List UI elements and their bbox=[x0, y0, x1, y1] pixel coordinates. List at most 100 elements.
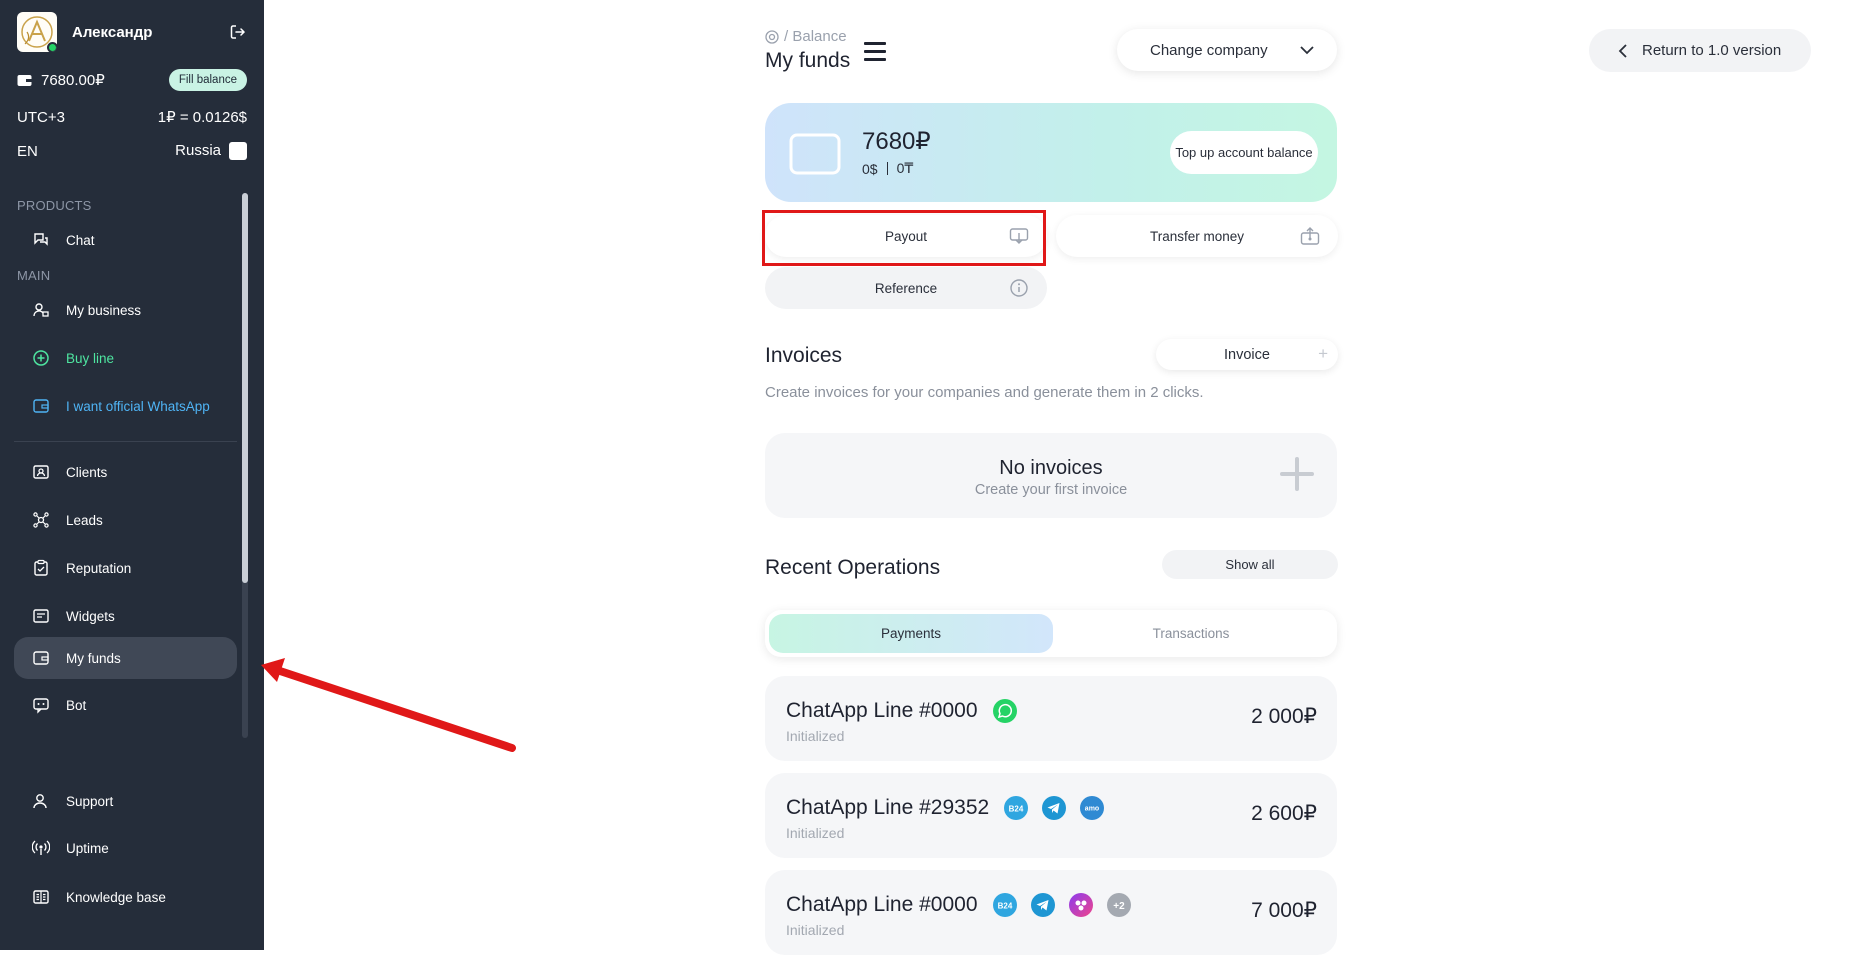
telegram-icon bbox=[1030, 892, 1056, 918]
sidebar-item-chat[interactable]: Chat bbox=[14, 219, 237, 261]
products-section-label: PRODUCTS bbox=[17, 198, 92, 213]
sidebar: Александр 7680.00₽ Fill balance UTC+3 1₽… bbox=[0, 0, 264, 950]
change-company-button[interactable]: Change company bbox=[1117, 29, 1337, 71]
payout-highlight-box bbox=[762, 210, 1046, 266]
top-up-balance-button[interactable]: Top up account balance bbox=[1170, 131, 1318, 174]
transfer-money-label: Transfer money bbox=[1149, 228, 1245, 244]
recent-operations-heading: Recent Operations bbox=[765, 556, 941, 579]
breadcrumb-balance[interactable]: Balance bbox=[792, 28, 846, 45]
reference-label: Reference bbox=[874, 280, 938, 296]
sidebar-item-label: Support bbox=[66, 793, 114, 809]
operation-name: ChatApp Line #0000 bbox=[786, 893, 978, 916]
country-flag-icon bbox=[229, 142, 247, 161]
sidebar-item-buy-line[interactable]: Buy line bbox=[14, 337, 237, 379]
operations-tabs: Payments Transactions bbox=[765, 610, 1337, 657]
avatar[interactable] bbox=[17, 12, 57, 52]
reference-button[interactable]: Reference bbox=[765, 267, 1047, 309]
wallet-icon bbox=[17, 74, 32, 86]
timezone[interactable]: UTC+3 bbox=[17, 109, 65, 126]
sidebar-item-label: Widgets bbox=[66, 608, 115, 624]
chat-icon bbox=[31, 230, 51, 250]
change-company-label: Change company bbox=[1150, 41, 1268, 59]
home-icon[interactable] bbox=[765, 29, 779, 44]
sidebar-item-label: Chat bbox=[66, 232, 95, 248]
sidebar-item-my-business[interactable]: My business bbox=[14, 289, 237, 331]
chevron-left-icon bbox=[1618, 43, 1627, 58]
clipboard-icon bbox=[31, 558, 51, 578]
transfer-money-button[interactable]: Transfer money bbox=[1056, 215, 1338, 257]
contacts-icon bbox=[31, 462, 51, 482]
sidebar-item-official-whatsapp[interactable]: I want official WhatsApp bbox=[14, 385, 237, 427]
logout-icon[interactable] bbox=[229, 23, 247, 41]
plus-icon[interactable] bbox=[1280, 457, 1314, 491]
invoices-heading: Invoices bbox=[765, 344, 843, 367]
balance-usd: 0$ bbox=[862, 160, 878, 177]
svg-text:B24: B24 bbox=[997, 902, 1012, 911]
breadcrumb: / Balance bbox=[765, 28, 847, 45]
operation-amount: 2 000₽ bbox=[1251, 705, 1317, 728]
balance-amount: 7680.00₽ bbox=[41, 72, 105, 89]
sidebar-item-label: Buy line bbox=[66, 350, 115, 366]
return-version-label: Return to 1.0 version bbox=[1642, 42, 1782, 59]
chevron-down-icon bbox=[1300, 46, 1314, 55]
return-version-button[interactable]: Return to 1.0 version bbox=[1589, 29, 1811, 72]
invoice-button-label: Invoice bbox=[1224, 346, 1270, 363]
more-channels-count: +2 bbox=[1113, 901, 1125, 912]
operation-row[interactable]: ChatApp Line #0000 B24 +2 Initialized 7 … bbox=[765, 870, 1337, 955]
sidebar-item-support[interactable]: Support bbox=[14, 780, 237, 822]
wallet-icon bbox=[31, 648, 51, 668]
operation-amount: 7 000₽ bbox=[1251, 899, 1317, 922]
timezone-row: UTC+3 1₽ = 0.0126$ bbox=[17, 108, 247, 127]
wallet-icon bbox=[789, 133, 841, 175]
operation-name: ChatApp Line #0000 bbox=[786, 699, 978, 722]
operation-row[interactable]: ChatApp Line #0000 Initialized 2 000₽ bbox=[765, 676, 1337, 761]
sidebar-item-label: Uptime bbox=[66, 840, 109, 856]
country-selector[interactable]: Russia bbox=[175, 142, 247, 161]
balance-kzt: 0₸ bbox=[896, 160, 914, 176]
plus-circle-icon bbox=[31, 348, 51, 368]
sidebar-item-bot[interactable]: Bot bbox=[14, 684, 237, 726]
transfer-icon bbox=[1300, 227, 1320, 245]
balance-currencies: 0$ 0₸ bbox=[862, 160, 913, 177]
main-section-label: MAIN bbox=[17, 268, 51, 283]
sidebar-divider bbox=[14, 441, 237, 442]
no-invoices-subtitle: Create your first invoice bbox=[974, 482, 1128, 498]
sidebar-item-my-funds[interactable]: My funds bbox=[14, 637, 237, 679]
fill-balance-button[interactable]: Fill balance bbox=[168, 69, 247, 91]
svg-text:amo: amo bbox=[1085, 806, 1099, 813]
wallet-icon bbox=[31, 396, 51, 416]
sidebar-scrollbar-thumb[interactable] bbox=[242, 193, 248, 583]
plus-icon: + bbox=[1318, 344, 1328, 363]
sidebar-item-leads[interactable]: Leads bbox=[14, 499, 237, 541]
svg-text:B24: B24 bbox=[1009, 805, 1024, 814]
balance-row: 7680.00₽ Fill balance bbox=[17, 67, 247, 93]
show-all-button[interactable]: Show all bbox=[1162, 550, 1338, 579]
invoices-empty-card[interactable]: No invoices Create your first invoice bbox=[765, 433, 1337, 518]
sidebar-item-knowledge-base[interactable]: Knowledge base bbox=[14, 876, 237, 918]
sidebar-item-uptime[interactable]: Uptime bbox=[14, 827, 237, 869]
breadcrumb-separator: / bbox=[784, 28, 793, 45]
tab-payments[interactable]: Payments bbox=[769, 614, 1053, 653]
business-icon bbox=[31, 300, 51, 320]
menu-hamburger-icon[interactable] bbox=[864, 42, 886, 62]
language-selector[interactable]: EN bbox=[17, 143, 38, 160]
user-row: Александр bbox=[17, 12, 247, 52]
leads-icon bbox=[31, 510, 51, 530]
operation-row[interactable]: ChatApp Line #29352 B24 amo Initialized … bbox=[765, 773, 1337, 858]
telegram-icon bbox=[1041, 795, 1067, 821]
locale-row: EN Russia bbox=[17, 142, 247, 161]
uptime-icon bbox=[31, 838, 51, 858]
currency-rate: 1₽ = 0.0126$ bbox=[157, 109, 247, 126]
add-invoice-button[interactable]: Invoice + bbox=[1156, 339, 1338, 370]
bitrix24-icon: B24 bbox=[992, 892, 1018, 918]
more-channels-badge: +2 bbox=[1106, 892, 1132, 918]
sidebar-item-clients[interactable]: Clients bbox=[14, 451, 237, 493]
tab-transactions[interactable]: Transactions bbox=[1049, 614, 1333, 653]
sidebar-item-widgets[interactable]: Widgets bbox=[14, 595, 237, 637]
no-invoices-title: No invoices bbox=[999, 457, 1103, 479]
bitrix24-icon: B24 bbox=[1003, 795, 1029, 821]
sidebar-item-reputation[interactable]: Reputation bbox=[14, 547, 237, 589]
user-name: Александр bbox=[72, 23, 153, 41]
bot-icon bbox=[31, 695, 51, 715]
annotation-arrow-icon bbox=[261, 658, 516, 752]
